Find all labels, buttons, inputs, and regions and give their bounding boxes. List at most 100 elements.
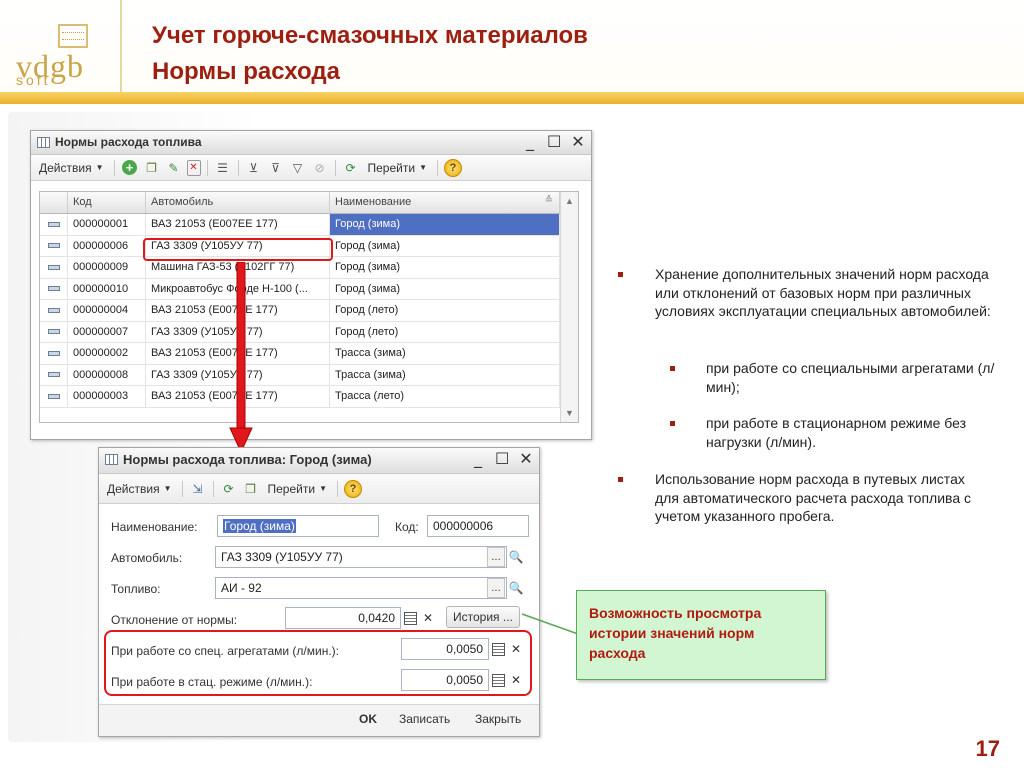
cell-name: Трасса (лето) — [330, 386, 560, 407]
maximize-button[interactable]: ☐ — [547, 132, 561, 152]
toolbar-separator — [206, 159, 208, 176]
filter-menu-icon[interactable]: ▽ — [289, 159, 307, 177]
row-item-icon — [40, 300, 68, 321]
clear-icon[interactable]: ✕ — [419, 608, 437, 628]
column-header-mark — [40, 192, 68, 213]
actions-menu[interactable]: Действия ▼ — [35, 159, 108, 177]
delete-icon[interactable]: ✕ — [186, 159, 201, 176]
actions-menu[interactable]: Действия ▼ — [103, 480, 176, 498]
scroll-up-icon[interactable]: ▲ — [561, 192, 578, 210]
save-and-close-icon[interactable]: ⇲ — [189, 480, 207, 498]
row-item-icon — [40, 235, 68, 256]
goto-menu[interactable]: Перейти ▼ — [364, 159, 431, 177]
actions-menu-label: Действия — [39, 160, 92, 175]
calculator-icon[interactable] — [401, 608, 419, 628]
table-row[interactable]: 000000010 Микроавтобус Форде Н-100 (... Го… — [40, 278, 578, 300]
car-label: Автомобиль: — [111, 551, 183, 565]
caret-down-icon: ▼ — [319, 484, 327, 493]
cell-name: Город (лето) — [330, 300, 560, 321]
vertical-scrollbar[interactable]: ▲ ▼ — [560, 192, 578, 422]
cell-name: Трасса (зима) — [330, 343, 560, 364]
close-form-button[interactable]: Закрыть — [475, 712, 521, 726]
close-button[interactable]: ✕ — [519, 449, 533, 469]
close-button[interactable]: ✕ — [571, 132, 585, 152]
toolbar-separator — [237, 159, 239, 176]
cell-car: ВАЗ 21053 (Е007ЕЕ 177) — [146, 214, 330, 235]
edit-icon[interactable]: ✎ — [165, 159, 183, 177]
slide-title-line2: Нормы расхода — [152, 58, 340, 85]
bullet-marker — [618, 272, 623, 277]
select-car-button[interactable]: ... — [487, 547, 505, 567]
abacus-icon — [58, 24, 88, 48]
minimize-button[interactable]: _ — [471, 449, 485, 469]
copy-icon[interactable]: ❐ — [143, 159, 161, 177]
name-field[interactable]: Город (зима) — [217, 515, 379, 537]
minimize-button[interactable]: _ — [523, 132, 537, 152]
table-row[interactable]: 000000008 ГАЗ 3309 (У105УУ 77) Трасса (зим… — [40, 364, 578, 386]
column-header-code[interactable]: Код — [68, 192, 146, 213]
deviation-field[interactable]: 0,0420 — [285, 607, 401, 629]
goto-menu[interactable]: Перейти ▼ — [264, 480, 331, 498]
history-callout: Возможность просмотра истории значений н… — [576, 590, 826, 680]
scroll-down-icon[interactable]: ▼ — [561, 404, 578, 422]
name-label: Наименование: — [111, 520, 198, 534]
search-icon[interactable]: 🔍 — [507, 547, 525, 567]
code-field[interactable]: 000000006 — [427, 515, 529, 537]
ok-button[interactable]: OK — [359, 712, 377, 726]
row-item-icon — [40, 343, 68, 364]
table-row[interactable]: 000000002 ВАЗ 21053 (Е007ЕЕ 177) Трасса (з… — [40, 343, 578, 365]
history-button[interactable]: История ... — [446, 606, 520, 628]
filter-icon[interactable]: ⊻ — [245, 159, 263, 177]
cell-code: 000000010 — [68, 278, 146, 299]
form-footer: OK Записать Закрыть — [99, 704, 539, 736]
toolbar-separator — [436, 159, 438, 176]
column-header-car[interactable]: Автомобиль — [146, 192, 330, 213]
hierarchy-icon[interactable]: ☰ — [214, 159, 232, 177]
list-window-titlebar: Нормы расхода топлива _ ☐ ✕ — [31, 131, 591, 155]
row-item-icon — [40, 321, 68, 342]
column-header-name[interactable]: Наименование ≙ — [330, 192, 560, 213]
table-row[interactable]: 000000007 ГАЗ 3309 (У105УУ 77) Город (лето… — [40, 321, 578, 343]
toolbar-separator — [212, 480, 214, 497]
cell-code: 000000002 — [68, 343, 146, 364]
help-icon[interactable]: ? — [343, 479, 362, 498]
help-icon[interactable]: ? — [443, 158, 462, 177]
fuel-norms-list-window: Нормы расхода топлива _ ☐ ✕ Действия ▼ + … — [30, 130, 592, 440]
table-row[interactable]: 000000003 ВАЗ 21053 (Е007ЕЕ 177) Трасса (л… — [40, 386, 578, 408]
goto-menu-label: Перейти — [367, 160, 416, 175]
form-window-title: Нормы расхода топлива: Город (зима) — [123, 452, 372, 467]
cell-code: 000000006 — [68, 235, 146, 256]
maximize-button[interactable]: ☐ — [495, 449, 509, 469]
toolbar-separator — [181, 480, 183, 497]
fuel-field[interactable]: АИ - 92 — [215, 577, 507, 599]
sort-icon: ≙ — [544, 195, 553, 206]
add-icon[interactable]: + — [121, 159, 139, 177]
name-field-value: Город (зима) — [223, 519, 296, 533]
car-field[interactable]: ГАЗ 3309 (У105УУ 77) — [215, 546, 507, 568]
search-icon[interactable]: 🔍 — [507, 578, 525, 598]
cell-name: Город (зима) — [330, 257, 560, 278]
page-number: 17 — [975, 736, 1000, 761]
form-window-titlebar: Нормы расхода топлива: Город (зима) _ ☐ … — [99, 448, 539, 474]
copy-icon[interactable]: ❐ — [242, 480, 260, 498]
logo-subtext: soft — [16, 72, 51, 88]
fuel-norms-table: Код Автомобиль Наименование ≙ 000000001 ВА… — [39, 191, 579, 423]
refresh-icon[interactable]: ⟳ — [220, 480, 238, 498]
refresh-icon[interactable]: ⟳ — [342, 159, 360, 177]
select-fuel-button[interactable]: ... — [487, 578, 505, 598]
table-row[interactable]: 000000001 ВАЗ 21053 (Е007ЕЕ 177) Город (зи… — [40, 214, 578, 236]
cell-code: 000000008 — [68, 364, 146, 385]
table-header: Код Автомобиль Наименование ≙ — [40, 192, 578, 214]
bullet-marker — [670, 421, 675, 426]
table-row[interactable]: 000000004 ВАЗ 21053 (Е007ЕЕ 177) Город (ле… — [40, 300, 578, 322]
filter-value-icon[interactable]: ⊽ — [267, 159, 285, 177]
bullet-marker — [670, 366, 675, 371]
clear-filter-icon[interactable]: ⊘ — [311, 159, 329, 177]
toolbar-separator — [113, 159, 115, 176]
cell-code: 000000007 — [68, 321, 146, 342]
cell-name: Трасса (зима) — [330, 364, 560, 385]
save-button[interactable]: Записать — [399, 712, 450, 726]
cell-code: 000000001 — [68, 214, 146, 235]
toolbar-separator — [334, 159, 336, 176]
cell-name: Город (зима) — [330, 235, 560, 256]
